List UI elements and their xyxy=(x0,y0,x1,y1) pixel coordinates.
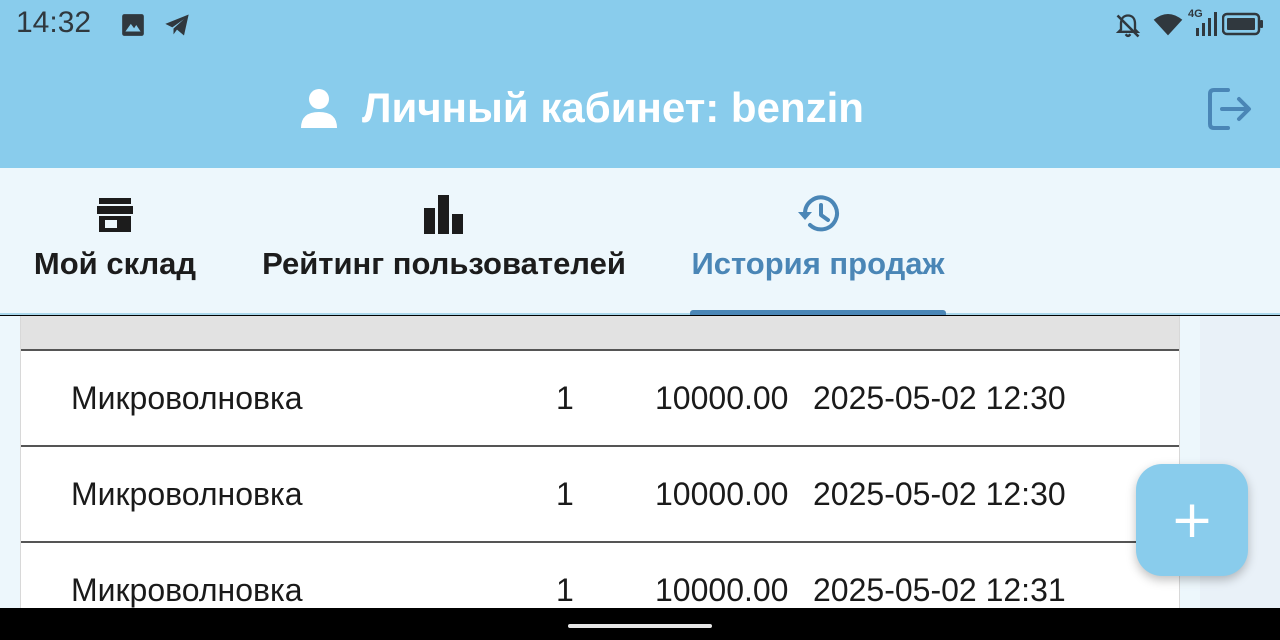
status-time: 14:32 xyxy=(16,6,92,39)
tab-label: Мой склад xyxy=(33,246,197,281)
person-icon xyxy=(301,89,337,128)
navigation-bar xyxy=(0,608,1280,640)
history-icon xyxy=(798,195,839,232)
sales-table[interactable]: Микроволновка 1 10000.00 2025-05-02 12:3… xyxy=(20,316,1180,608)
tab-bar: Мой склад Рейтинг пользователей История … xyxy=(0,168,1280,315)
price: 10000.00 xyxy=(655,380,789,416)
cellular-4g-icon: 4G xyxy=(1188,8,1220,38)
plus-icon: + xyxy=(1170,490,1214,550)
app-bar-title-group: Личный кабинет: benzin xyxy=(300,80,864,136)
tab-sales-history[interactable]: История продаж xyxy=(690,168,946,313)
add-button[interactable]: + xyxy=(1136,464,1248,576)
quantity: 1 xyxy=(556,572,574,608)
table-row[interactable]: Микроволновка 1 10000.00 2025-05-02 12:3… xyxy=(21,543,1179,608)
bar-chart-icon xyxy=(424,195,463,234)
table-row[interactable]: Микроволновка 1 10000.00 2025-05-02 12:3… xyxy=(21,447,1179,543)
quantity: 1 xyxy=(556,476,574,512)
product-name: Микроволновка xyxy=(71,380,303,416)
logout-icon[interactable] xyxy=(1206,86,1254,132)
tab-label: История продаж xyxy=(691,246,945,281)
table-row[interactable]: Микроволновка 1 10000.00 2025-05-02 12:3… xyxy=(21,351,1179,447)
tab-user-rating[interactable]: Рейтинг пользователей xyxy=(262,168,626,313)
store-icon xyxy=(97,198,133,232)
active-tab-indicator xyxy=(690,310,946,315)
bell-off-icon xyxy=(1115,14,1141,38)
telegram-icon xyxy=(165,14,189,36)
table-header xyxy=(21,316,1179,351)
tab-my-warehouse[interactable]: Мой склад xyxy=(32,168,198,313)
page-title: Личный кабинет: benzin xyxy=(362,84,864,131)
price: 10000.00 xyxy=(655,572,789,608)
sale-date: 2025-05-02 12:31 xyxy=(813,572,1066,608)
battery-icon xyxy=(1222,12,1263,36)
quantity: 1 xyxy=(556,380,574,416)
sale-date: 2025-05-02 12:30 xyxy=(813,476,1066,512)
top-bar: 14:32 4G Личный кабинет: benzin xyxy=(0,0,1280,168)
image-icon xyxy=(122,14,144,36)
sales-history-panel[interactable]: Микроволновка 1 10000.00 2025-05-02 12:3… xyxy=(0,316,1280,608)
home-gesture-handle[interactable] xyxy=(568,624,712,628)
product-name: Микроволновка xyxy=(71,572,303,608)
price: 10000.00 xyxy=(655,476,789,512)
product-name: Микроволновка xyxy=(71,476,303,512)
tab-label: Рейтинг пользователей xyxy=(262,246,626,281)
wifi-icon xyxy=(1153,13,1183,36)
sale-date: 2025-05-02 12:30 xyxy=(813,380,1066,416)
